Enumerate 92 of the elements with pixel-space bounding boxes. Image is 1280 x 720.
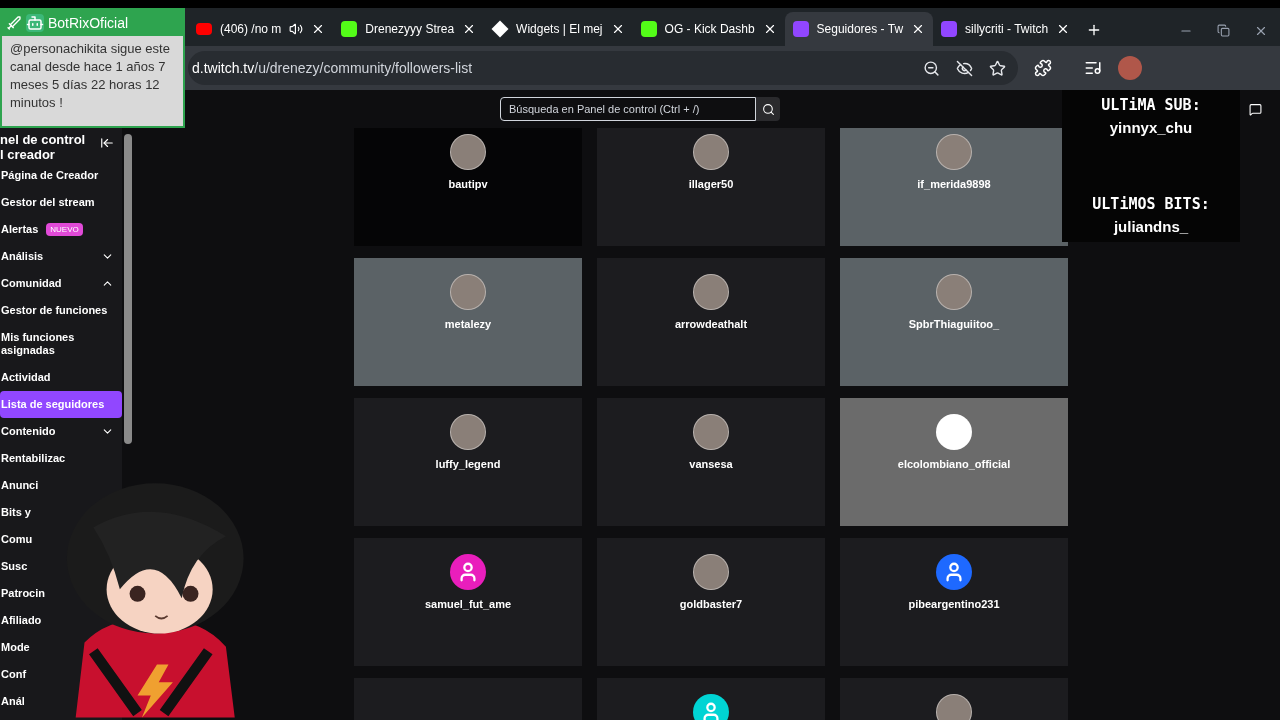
avatar-photo [693,414,729,450]
media-list-icon[interactable] [1084,59,1102,77]
sword-icon [6,15,22,31]
url-text: d.twitch.tv/u/drenezy/community/followers-list [192,58,473,78]
follower-name: luffy_legend [435,457,501,472]
follower-card[interactable]: luffy_legend [354,398,582,526]
sidebar-item[interactable]: Página de Creador [0,162,107,189]
search-button[interactable] [756,97,780,121]
follower-name: metalezy [444,317,492,332]
tab-title: sillycriti - Twitch [965,21,1049,38]
sidebar-item[interactable]: Bits y [0,499,39,526]
whispers-icon[interactable] [1249,102,1262,116]
follower-card[interactable]: pibeargentino231 [840,538,1068,666]
follower-name: if_merida9898 [917,177,991,192]
tab-title: Drenezyyy Strea [365,21,455,38]
scrollbar[interactable] [124,134,132,444]
notification-message: @personachikita sigue este canal desde hace 1 años 7 meses 5 días 22 horas 12 minutos ! [9,40,171,112]
sidebar-title: nel de control l creador [0,131,87,162]
browser-tab[interactable]: OG - Kick Dashb [632,12,785,46]
sidebar-item[interactable]: Afiliado [0,607,50,634]
sidebar-item[interactable]: Análisis [0,243,122,270]
overlay-username: yinnyx_chu [1109,117,1193,138]
avatar-photo [693,134,729,170]
tab-title: (406) /no m [220,21,282,38]
follower-name: elcolombiano_official [897,457,1011,472]
follower-name: pibeargentino231 [908,597,1000,612]
sidebar-item[interactable]: Gestor del stream [0,189,103,216]
avatar-photo [936,694,972,720]
follower-name: samuel_fut_ame [424,597,512,612]
sidebar-item[interactable]: Lista de seguidores [0,391,122,418]
browser-tab[interactable]: sillycriti - Twitch [933,12,1079,46]
follower-name: SpbrThiaguiitoo_ [908,317,1000,332]
follower-name: arrowdeathalt [674,317,748,332]
speaker-icon[interactable] [289,22,304,36]
avatar-photo [693,274,729,310]
zoom-out-icon[interactable] [923,59,940,77]
robot-icon [26,14,44,32]
extensions-icon[interactable] [1034,59,1052,77]
avatar-photo [936,274,972,310]
follower-name: vansesa [689,457,733,472]
sidebar-item[interactable]: Contenido [0,418,122,445]
eye-off-icon[interactable] [956,59,973,77]
follower-card[interactable]: goldbaster7 [597,538,825,666]
follower-card[interactable]: metalezy [354,258,582,386]
overlay-username: juliandns_ [1113,216,1189,237]
follower-card[interactable]: if_merida9898 [840,128,1068,246]
sidebar-item[interactable]: Anál [0,688,33,715]
follower-card[interactable]: bautipv [354,128,582,246]
follower-card[interactable]: elcolombiano_official [840,398,1068,526]
follower-card[interactable]: arrowdeathalt [597,258,825,386]
browser-tab[interactable]: Seguidores - Tw [784,12,934,46]
sidebar-item[interactable]: Rentabilizac [0,445,74,472]
sidebar-item[interactable]: Anunci [0,472,47,499]
overlay-heading: ULTiMA SUB: [1101,95,1201,116]
follower-card[interactable]: SpbrThiaguiitoo_ [840,258,1068,386]
sidebar-item[interactable]: Conf [0,661,35,688]
tab-title: Seguidores - Tw [816,21,904,38]
notification-app-name: BotRixOficial [48,13,129,33]
search-icon [761,102,775,116]
follower-name: bautipv [448,177,488,192]
avatar-photo [450,414,486,450]
collapse-icon[interactable] [100,136,114,150]
tab-title: Widgets | El mej [516,21,603,38]
sidebar-item[interactable]: Comunidad [0,270,122,297]
avatar-photo [693,554,729,590]
sidebar-item[interactable]: Gestor de funciones [0,297,116,324]
search-field[interactable]: Búsqueda en Panel de control (Ctrl + /) [500,97,756,121]
sidebar-item[interactable]: Patrocin [0,580,53,607]
follower-name: goldbaster7 [679,597,743,612]
close-icon[interactable] [1254,24,1268,38]
star-icon[interactable] [989,59,1006,77]
restore-icon[interactable] [1217,24,1230,37]
address-bar[interactable]: d.twitch.tv/u/drenezy/community/followers-list [188,51,1018,85]
sidebar-item[interactable]: Comu [0,526,41,553]
sidebar-item[interactable]: Alertas NUEVO [0,216,91,243]
sidebar-item[interactable]: Mis funciones asignadas [0,324,122,364]
follower-card[interactable]: vansesa [597,398,825,526]
follower-card[interactable]: samuel_fut_ame [354,538,582,666]
avatar-photo [936,134,972,170]
new-badge: NUEVO [46,223,83,236]
sidebar-item[interactable]: Actividad [0,364,59,391]
avatar-photo [450,274,486,310]
sidebar-item[interactable]: Mode [0,634,38,661]
avatar-photo [450,134,486,170]
browser-tab[interactable]: (406) /no m [188,12,334,46]
follower-card[interactable]: illager50 [597,128,825,246]
overlay-heading: ULTiMOS BITS: [1092,194,1210,215]
follower-name: illager50 [688,177,734,192]
browser-tab[interactable]: Drenezyyy Strea [333,12,485,46]
browser-tab[interactable]: Widgets | El mej [484,12,633,46]
tab-title: OG - Kick Dashb [664,21,755,38]
sidebar-item[interactable]: Susc [0,553,36,580]
